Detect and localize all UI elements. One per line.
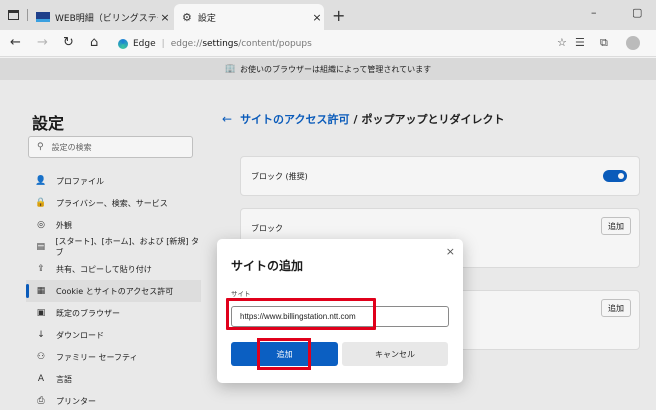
new-tab-button[interactable]: + [332,6,345,25]
building-icon: 🏢 [224,64,237,74]
favorites-icon[interactable]: ☰ [575,36,585,49]
tab-title: WEB明細（ビリングステーション）| [55,13,158,24]
url-scheme: edge:// [170,38,203,49]
collections-icon[interactable]: ⧉ [600,36,608,50]
tab-close-icon[interactable]: × [158,11,172,24]
forward-button[interactable]: → [37,35,48,50]
maximize-button[interactable]: ▢ [632,6,642,19]
tab-settings[interactable]: ⚙ 設定 × [174,4,324,30]
edge-icon [118,38,128,49]
address-row: ← → ↻ ⌂ Edge | edge://settings/content/p… [0,30,656,57]
site-field-label: サイト [231,290,251,298]
address-bar[interactable]: Edge | edge://settings/content/popups [118,34,538,53]
banner-text: お使いのブラウザーは組織によって管理されています [240,64,432,74]
dialog-title: サイトの追加 [231,259,304,273]
minimize-button[interactable]: – [591,6,597,19]
home-button[interactable]: ⌂ [90,35,98,50]
billing-station-favicon-icon [36,12,50,22]
tab-strip: WEB明細（ビリングステーション）| × ⚙ 設定 × + – ▢ [0,0,656,30]
gear-icon: ⚙ [182,10,192,24]
managed-banner: 🏢 お使いのブラウザーは組織によって管理されています [0,58,656,80]
add-button[interactable]: 追加 [231,342,338,366]
tab-web-meisai[interactable]: WEB明細（ビリングステーション）| × [30,4,172,30]
favorite-star-icon[interactable]: ☆ [557,36,567,49]
tab-divider [27,9,28,21]
reload-button[interactable]: ↻ [63,35,74,50]
url-path-rest: /content/popups [238,38,312,49]
site-identity-label: Edge [133,38,156,49]
avatar[interactable] [626,36,640,50]
close-icon[interactable]: × [446,245,455,258]
tab-close-icon[interactable]: × [310,11,324,24]
tab-title: 設定 [197,13,216,24]
url-path: settings/content/popups [202,39,311,49]
cancel-button[interactable]: キャンセル [342,342,448,366]
back-button[interactable]: ← [10,35,21,50]
tab-actions-icon[interactable] [8,10,19,20]
url-separator: | [161,38,165,49]
url-host: settings [202,38,239,49]
site-input[interactable] [231,306,449,327]
